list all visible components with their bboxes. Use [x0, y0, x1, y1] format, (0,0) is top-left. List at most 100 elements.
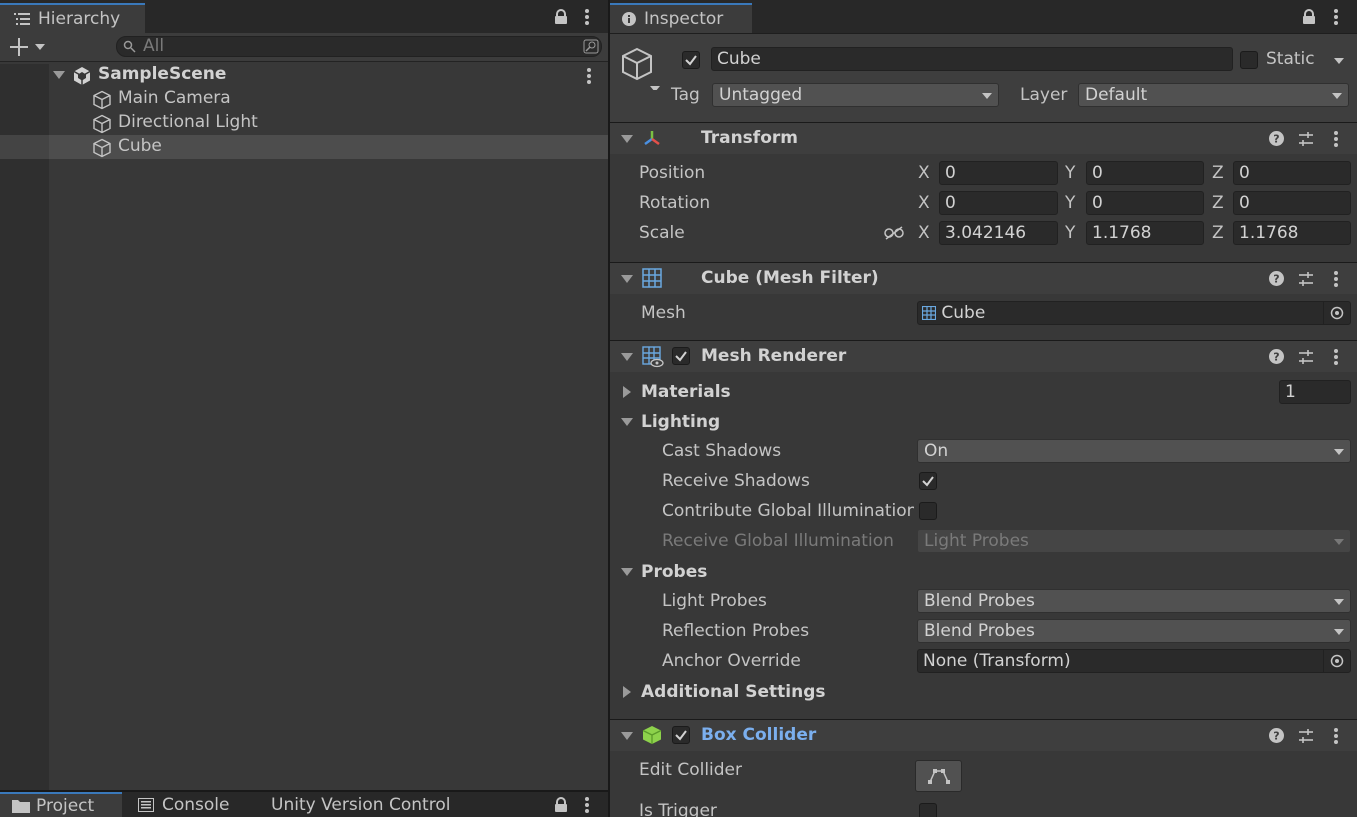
position-z-label[interactable]: Z — [1212, 163, 1224, 183]
rotation-z-field[interactable]: 0 — [1233, 191, 1351, 215]
edit-collider-button[interactable] — [915, 760, 962, 792]
rotation-y-field[interactable]: 0 — [1086, 191, 1204, 215]
scale-z-field[interactable]: 1.1768 — [1233, 221, 1351, 245]
expand-arrow-icon[interactable] — [53, 71, 65, 79]
scene-search-icon[interactable] — [583, 39, 599, 54]
mesh-renderer-header[interactable]: Mesh Renderer ? — [610, 340, 1357, 372]
mesh-renderer-enabled-checkbox[interactable] — [672, 347, 690, 365]
tab-inspector[interactable]: Inspector — [610, 3, 752, 33]
contribute-gi-label-clip: Contribute Global Illumination — [662, 501, 914, 523]
more-options-icon[interactable] — [1333, 9, 1339, 25]
hierarchy-item[interactable]: Main Camera — [0, 87, 608, 111]
gameobject-cube-icon[interactable] — [620, 46, 664, 90]
contribute-gi-checkbox[interactable] — [919, 502, 937, 520]
collapse-arrow-icon[interactable] — [621, 568, 633, 576]
position-label: Position — [639, 163, 706, 183]
collapse-arrow-icon[interactable] — [621, 353, 633, 361]
rotation-x-field[interactable]: 0 — [939, 191, 1058, 215]
tag-dropdown[interactable]: Untagged — [712, 83, 999, 107]
lock-icon[interactable] — [554, 9, 568, 25]
position-x-field[interactable]: 0 — [939, 161, 1058, 185]
project-tabbar: Project Console Unity Version Control — [0, 792, 608, 817]
tab-hierarchy[interactable]: Hierarchy — [0, 3, 145, 33]
position-y-field[interactable]: 0 — [1086, 161, 1204, 185]
cast-shadows-dropdown[interactable]: On — [917, 439, 1351, 463]
position-z-value: 0 — [1239, 163, 1250, 183]
rotation-z-label[interactable]: Z — [1212, 193, 1224, 213]
receive-shadows-checkbox[interactable] — [919, 472, 937, 490]
materials-count-field[interactable]: 1 — [1279, 380, 1351, 404]
reflection-probes-dropdown[interactable]: Blend Probes — [917, 619, 1351, 643]
materials-label[interactable]: Materials — [641, 382, 731, 402]
static-checkbox[interactable] — [1240, 51, 1258, 69]
mesh-object-field[interactable]: Cube — [917, 301, 1351, 325]
tab-inspector-label: Inspector — [644, 9, 724, 29]
component-menu-icon[interactable] — [1333, 728, 1339, 744]
scene-more-icon[interactable] — [586, 68, 592, 84]
tab-version-control[interactable]: Unity Version Control — [261, 792, 460, 817]
layer-dropdown[interactable]: Default — [1078, 83, 1349, 107]
rotation-y-label[interactable]: Y — [1065, 193, 1075, 213]
scale-y-field[interactable]: 1.1768 — [1086, 221, 1204, 245]
box-collider-title[interactable]: Box Collider — [701, 725, 816, 745]
presets-icon[interactable] — [1298, 131, 1314, 147]
static-dropdown-icon[interactable] — [1334, 58, 1344, 64]
position-y-label[interactable]: Y — [1065, 163, 1075, 183]
materials-count: 1 — [1285, 382, 1296, 402]
console-icon — [138, 797, 154, 812]
probes-label[interactable]: Probes — [641, 562, 707, 582]
constrain-proportions-icon[interactable] — [884, 225, 904, 241]
lighting-label[interactable]: Lighting — [641, 412, 720, 432]
is-trigger-checkbox[interactable] — [919, 803, 937, 817]
list-icon — [14, 12, 30, 26]
help-icon[interactable]: ? — [1269, 728, 1284, 743]
help-icon[interactable]: ? — [1269, 349, 1284, 364]
component-menu-icon[interactable] — [1333, 349, 1339, 365]
collapse-arrow-icon[interactable] — [621, 135, 633, 143]
rotation-x-label[interactable]: X — [918, 193, 930, 213]
hierarchy-item[interactable]: Directional Light — [0, 111, 608, 135]
object-picker-button[interactable] — [1323, 650, 1350, 672]
object-picker-button[interactable] — [1323, 302, 1350, 324]
tab-project[interactable]: Project — [0, 792, 122, 817]
presets-icon[interactable] — [1298, 271, 1314, 287]
add-icon[interactable] — [9, 38, 47, 56]
expand-arrow-icon[interactable] — [623, 386, 631, 398]
object-name-input[interactable]: Cube — [711, 47, 1233, 71]
expand-arrow-icon[interactable] — [623, 686, 631, 698]
scale-y-label[interactable]: Y — [1065, 223, 1075, 243]
anchor-override-field[interactable]: None (Transform) — [917, 649, 1351, 673]
presets-icon[interactable] — [1298, 349, 1314, 365]
search-input[interactable]: All — [116, 36, 602, 57]
collapse-arrow-icon[interactable] — [621, 732, 633, 740]
box-collider-enabled-checkbox[interactable] — [672, 726, 690, 744]
lock-icon[interactable] — [554, 797, 568, 813]
hierarchy-item-selected[interactable]: Cube — [49, 135, 608, 159]
scene-name: SampleScene — [98, 64, 227, 84]
tab-console[interactable]: Console — [128, 792, 240, 817]
lock-icon[interactable] — [1302, 9, 1316, 25]
scene-row[interactable]: SampleScene — [0, 63, 608, 87]
more-options-icon[interactable] — [584, 797, 590, 813]
help-icon[interactable]: ? — [1269, 271, 1284, 286]
light-probes-dropdown[interactable]: Blend Probes — [917, 589, 1351, 613]
tag-value: Untagged — [719, 85, 803, 105]
transform-header[interactable]: Transform ? — [610, 122, 1357, 154]
hierarchy-item-label: Cube — [118, 136, 162, 156]
help-icon[interactable]: ? — [1269, 131, 1284, 146]
position-z-field[interactable]: 0 — [1233, 161, 1351, 185]
component-menu-icon[interactable] — [1333, 131, 1339, 147]
additional-settings-label[interactable]: Additional Settings — [641, 682, 826, 702]
more-options-icon[interactable] — [584, 9, 590, 25]
active-checkbox[interactable] — [682, 51, 700, 69]
position-x-label[interactable]: X — [918, 163, 930, 183]
mesh-filter-header[interactable]: Cube (Mesh Filter) ? — [610, 262, 1357, 294]
collapse-arrow-icon[interactable] — [621, 275, 633, 283]
scale-x-field[interactable]: 3.042146 — [939, 221, 1058, 245]
box-collider-header[interactable]: Box Collider ? — [610, 719, 1357, 751]
scale-z-label[interactable]: Z — [1212, 223, 1224, 243]
presets-icon[interactable] — [1298, 728, 1314, 744]
collapse-arrow-icon[interactable] — [621, 418, 633, 426]
component-menu-icon[interactable] — [1333, 271, 1339, 287]
scale-x-label[interactable]: X — [918, 223, 930, 243]
